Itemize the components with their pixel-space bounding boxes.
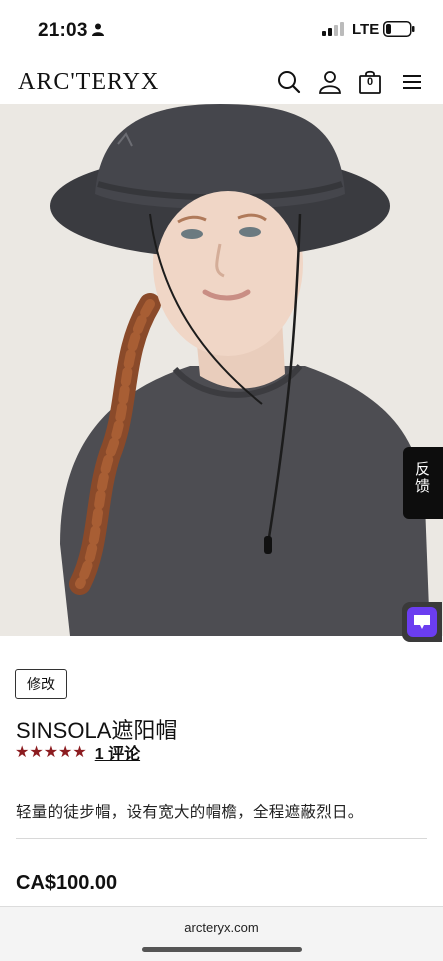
- product-image[interactable]: [0, 104, 443, 636]
- url-text[interactable]: arcteryx.com: [0, 920, 443, 935]
- search-icon[interactable]: [276, 69, 302, 95]
- status-time: 21:03: [38, 20, 88, 41]
- edit-button[interactable]: 修改: [15, 669, 67, 699]
- product-description: 轻量的徒步帽，设有宽大的帽檐，全程遮蔽烈日。: [16, 804, 364, 821]
- product-rating: ★★★★★ 1 评论: [15, 740, 140, 764]
- feedback-label: 反馈: [413, 461, 430, 495]
- network-label: LTE: [352, 21, 380, 38]
- site-header: ARC'TERYX 0: [0, 58, 443, 105]
- account-icon[interactable]: [317, 69, 343, 95]
- reviews-link[interactable]: 1 评论: [95, 740, 140, 764]
- chat-button[interactable]: [402, 602, 442, 642]
- divider: [16, 838, 427, 839]
- cart-icon[interactable]: 0: [357, 69, 383, 95]
- product-price: CA$100.00: [16, 872, 118, 894]
- menu-icon[interactable]: [401, 69, 427, 95]
- home-indicator: [142, 947, 302, 952]
- status-bar: 21:03 LTE: [0, 0, 443, 58]
- battery-icon: [383, 21, 415, 42]
- rating-stars: ★★★★★: [15, 744, 87, 761]
- cart-count: 0: [366, 76, 374, 88]
- person-icon: [92, 23, 104, 41]
- signal-icon: [322, 22, 346, 41]
- browser-address-bar[interactable]: arcteryx.com: [0, 906, 443, 961]
- chat-icon: [407, 607, 437, 637]
- feedback-tab[interactable]: 反馈: [403, 447, 443, 519]
- brand-logo[interactable]: ARC'TERYX: [18, 69, 159, 96]
